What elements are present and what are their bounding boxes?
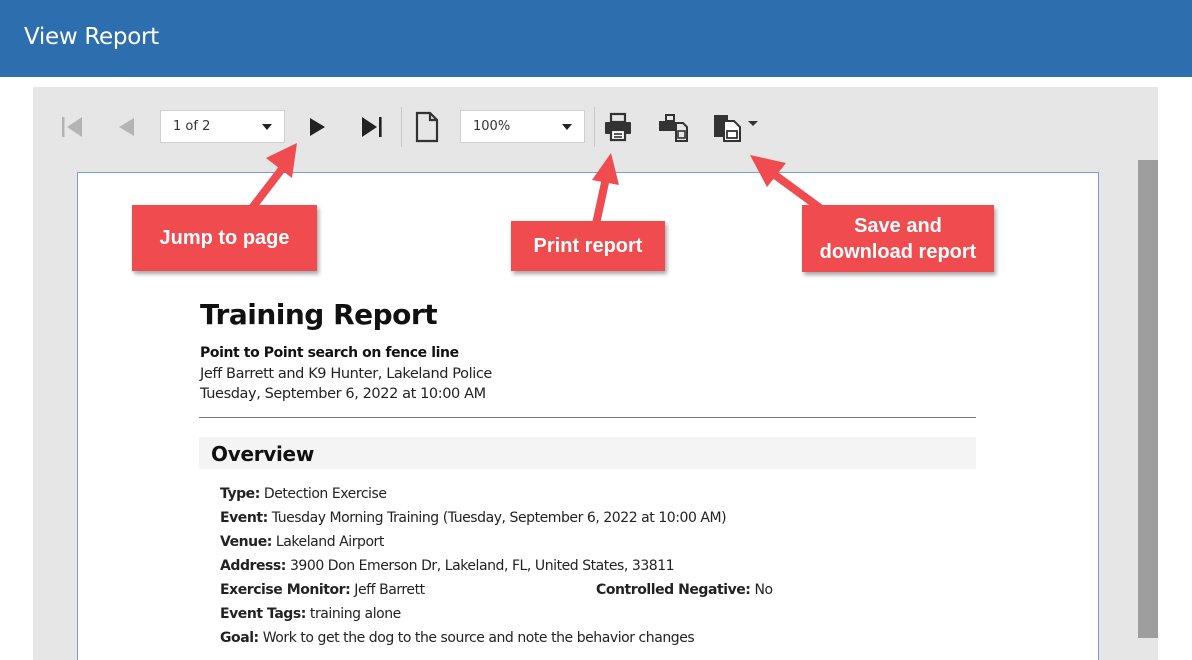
field-value: training alone <box>309 606 401 622</box>
first-page-button[interactable] <box>58 112 86 142</box>
chevron-down-icon <box>262 124 272 130</box>
field-value: Jeff Barrett <box>354 582 425 598</box>
field-goal: Goal: Work to get the dog to the source a… <box>220 630 695 646</box>
field-event: Event: Tuesday Morning Training (Tuesday,… <box>220 510 727 526</box>
print-report-callout: Print report <box>511 221 665 271</box>
first-page-icon <box>62 117 82 137</box>
export-button[interactable] <box>709 108 763 144</box>
print-icon <box>605 112 631 142</box>
report-subtitle: Point to Point search on fence line <box>200 345 459 361</box>
last-page-icon <box>362 117 382 137</box>
window-title: View Report <box>24 24 159 50</box>
previous-page-button[interactable] <box>112 112 140 142</box>
field-label: Address: <box>220 558 286 574</box>
zoom-selector-value: 100% <box>473 119 511 134</box>
field-value: Work to get the dog to the source and no… <box>262 630 695 646</box>
field-venue: Venue: Lakeland Airport <box>220 534 384 550</box>
field-value: Tuesday Morning Training (Tuesday, Septe… <box>271 510 727 526</box>
page-selector[interactable]: 1 of 2 <box>160 110 285 143</box>
field-tags: Event Tags: training alone <box>220 606 401 622</box>
field-label: Goal: <box>220 630 259 646</box>
export-icon <box>714 115 758 142</box>
field-label: Exercise Monitor: <box>220 582 351 598</box>
page-selector-value: 1 of 2 <box>173 119 211 134</box>
divider <box>199 417 976 418</box>
field-label: Event Tags: <box>220 606 306 622</box>
field-label: Type: <box>220 486 260 502</box>
field-monitor: Exercise Monitor: Jeff Barrett <box>220 582 425 598</box>
next-page-icon <box>310 118 325 136</box>
toolbar-divider <box>594 107 595 147</box>
field-label: Controlled Negative: <box>596 582 751 598</box>
field-value: 3900 Don Emerson Dr, Lakeland, FL, Unite… <box>289 558 675 574</box>
field-value: No <box>754 582 773 598</box>
vertical-scrollbar[interactable] <box>1138 160 1158 638</box>
last-page-button[interactable] <box>357 112 387 142</box>
chevron-down-icon <box>562 124 572 130</box>
date-line: Tuesday, September 6, 2022 at 10:00 AM <box>200 386 486 402</box>
handler-line: Jeff Barrett and K9 Hunter, Lakeland Pol… <box>200 366 492 382</box>
next-page-button[interactable] <box>303 112 331 142</box>
field-type: Type: Detection Exercise <box>220 486 387 502</box>
print-button[interactable] <box>601 110 635 144</box>
field-value: Lakeland Airport <box>275 534 384 550</box>
field-controlled-negative: Controlled Negative: No <box>596 582 773 598</box>
report-title: Training Report <box>200 298 438 331</box>
field-address: Address: 3900 Don Emerson Dr, Lakeland, F… <box>220 558 675 574</box>
field-label: Venue: <box>220 534 272 550</box>
print-layout-icon <box>659 114 688 142</box>
jump-to-page-callout: Jump to page <box>132 205 317 271</box>
page-layout-button[interactable] <box>411 110 443 144</box>
toolbar-divider <box>401 107 402 147</box>
overview-section-header <box>199 437 976 469</box>
save-download-callout: Save and download report <box>802 205 994 272</box>
print-layout-button[interactable] <box>655 110 691 144</box>
previous-page-icon <box>119 118 134 136</box>
title-bar: View Report <box>0 0 1192 77</box>
overview-section-title: Overview <box>211 442 315 466</box>
field-value: Detection Exercise <box>263 486 387 502</box>
field-label: Event: <box>220 510 268 526</box>
page-layout-icon <box>415 111 439 143</box>
zoom-selector[interactable]: 100% <box>460 110 585 143</box>
